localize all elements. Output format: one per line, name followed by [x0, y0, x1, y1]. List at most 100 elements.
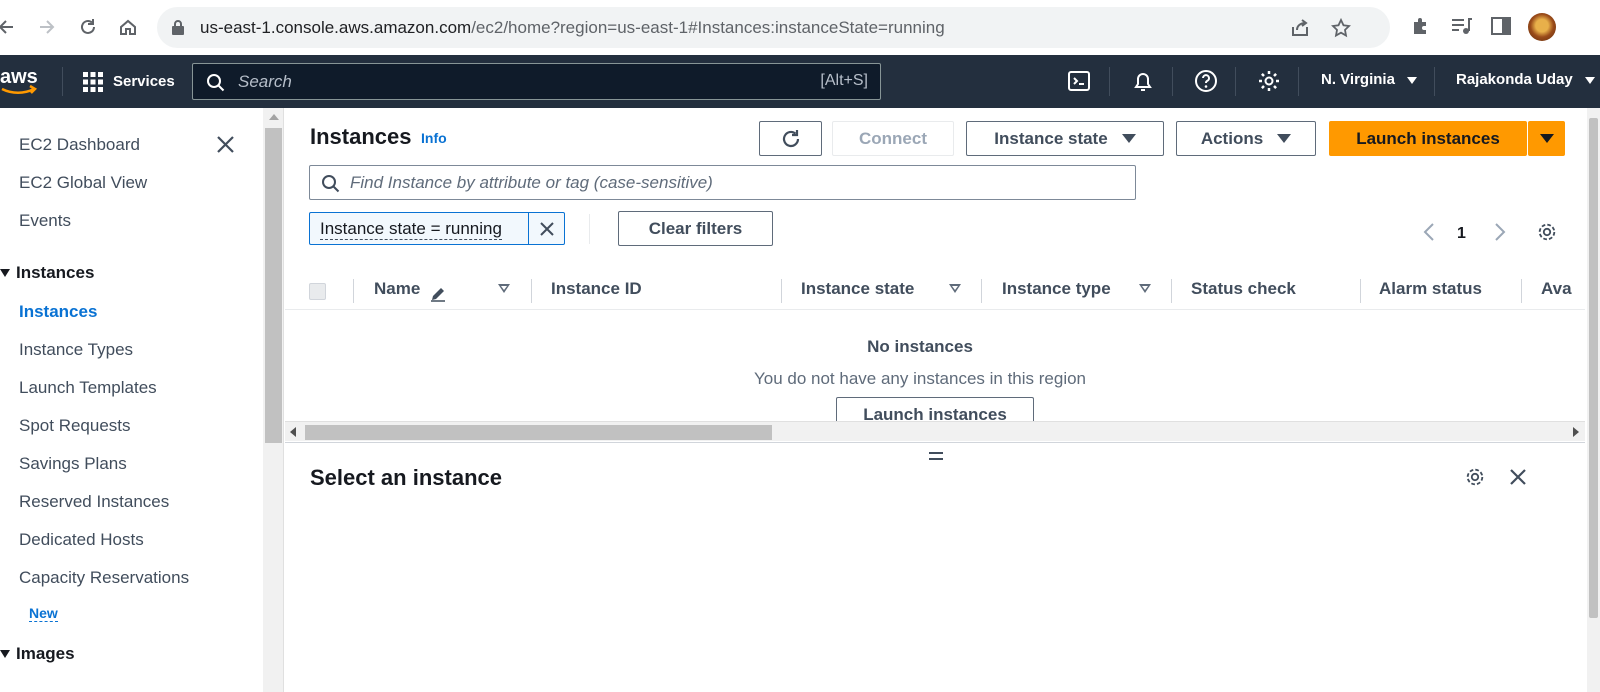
- aws-logo-text: aws: [0, 66, 38, 88]
- new-badge: New: [29, 605, 58, 622]
- instance-filter-input[interactable]: Find Instance by attribute or tag (case-…: [309, 165, 1136, 200]
- region-selector[interactable]: N. Virginia: [1321, 71, 1418, 88]
- sort-icon[interactable]: [949, 284, 961, 293]
- previous-page-icon[interactable]: [1422, 222, 1436, 242]
- nav-divider: [1109, 67, 1110, 96]
- page-title: Instances: [310, 124, 412, 149]
- sidebar-item-ec2-dashboard[interactable]: EC2 Dashboard: [19, 135, 140, 155]
- scrollbar-thumb[interactable]: [305, 425, 772, 440]
- next-page-icon[interactable]: [1493, 222, 1507, 242]
- scrollbar-thumb[interactable]: [1589, 118, 1598, 618]
- sidebar-item-events[interactable]: Events: [19, 211, 71, 231]
- services-menu[interactable]: Services: [82, 68, 175, 95]
- nav-divider: [1235, 67, 1236, 96]
- caret-down-icon: [1584, 76, 1595, 84]
- split-panel-divider: [285, 442, 1585, 443]
- select-all-checkbox[interactable]: [309, 283, 326, 300]
- url-text: us-east-1.console.aws.amazon.com/ec2/hom…: [200, 18, 945, 37]
- filter-token[interactable]: Instance state = running: [309, 212, 565, 245]
- sidebar-item-launch-templates[interactable]: Launch Templates: [19, 378, 157, 398]
- refresh-button[interactable]: [759, 121, 822, 156]
- column-header-instance-id[interactable]: Instance ID: [551, 279, 642, 299]
- nav-divider: [1298, 67, 1299, 96]
- back-arrow-icon[interactable]: [0, 14, 20, 40]
- forward-arrow-icon[interactable]: [33, 14, 59, 40]
- cloudshell-icon[interactable]: [1067, 69, 1091, 93]
- sidebar-item-instances[interactable]: Instances: [19, 302, 97, 322]
- column-divider: [1521, 279, 1522, 303]
- column-header-name[interactable]: Name: [374, 279, 420, 299]
- edit-pencil-icon: [429, 285, 447, 303]
- close-icon[interactable]: [216, 135, 235, 154]
- grid-icon: [82, 71, 104, 93]
- bookmark-star-icon[interactable]: [1331, 18, 1351, 38]
- table-horizontal-scrollbar[interactable]: [285, 421, 1585, 441]
- column-header-instance-state[interactable]: Instance state: [801, 279, 914, 299]
- address-bar[interactable]: us-east-1.console.aws.amazon.com/ec2/hom…: [157, 7, 1390, 48]
- launch-options-dropdown[interactable]: [1528, 121, 1565, 156]
- instances-panel: Instances Info Connect Instance state Ac…: [285, 108, 1585, 692]
- remove-filter-button[interactable]: [528, 213, 565, 244]
- section-label: Instances: [16, 263, 95, 282]
- clear-filters-button[interactable]: Clear filters: [618, 211, 773, 246]
- resize-handle-icon[interactable]: [929, 452, 943, 460]
- caret-down-icon: [0, 650, 10, 658]
- column-header-status-check[interactable]: Status check: [1191, 279, 1296, 299]
- actions-dropdown[interactable]: Actions: [1176, 121, 1316, 156]
- instance-state-dropdown[interactable]: Instance state: [966, 121, 1164, 156]
- account-menu[interactable]: Rajakonda Uday: [1456, 71, 1595, 88]
- search-icon: [206, 73, 225, 92]
- dropdown-label: Instance state: [994, 128, 1108, 148]
- empty-state-title: No instances: [867, 337, 973, 356]
- home-icon[interactable]: [115, 14, 141, 40]
- media-queue-icon[interactable]: [1450, 15, 1472, 37]
- sidebar-scrollbar[interactable]: [263, 108, 284, 692]
- page-vertical-scrollbar[interactable]: [1587, 108, 1600, 692]
- sidebar-item-reserved-instances[interactable]: Reserved Instances: [19, 492, 169, 512]
- sidebar-item-dedicated-hosts[interactable]: Dedicated Hosts: [19, 530, 144, 550]
- column-header-instance-type[interactable]: Instance type: [1002, 279, 1111, 299]
- scroll-right-arrow-icon[interactable]: [1573, 427, 1579, 437]
- split-panel-settings-gear-icon[interactable]: [1464, 466, 1486, 488]
- column-header-alarm-status[interactable]: Alarm status: [1379, 279, 1482, 299]
- page-number[interactable]: 1: [1457, 225, 1466, 243]
- column-divider: [1171, 279, 1172, 303]
- side-panel-icon[interactable]: [1490, 15, 1512, 37]
- search-shortcut: [Alt+S]: [820, 72, 868, 89]
- sort-icon[interactable]: [1139, 284, 1151, 293]
- sidebar-item-savings-plans[interactable]: Savings Plans: [19, 454, 127, 474]
- scrollbar-thumb[interactable]: [265, 128, 282, 443]
- connect-button[interactable]: Connect: [832, 121, 954, 156]
- column-header-availability-zone[interactable]: Ava: [1541, 279, 1572, 299]
- profile-avatar[interactable]: [1528, 13, 1556, 41]
- sidebar-item-ec2-global-view[interactable]: EC2 Global View: [19, 173, 147, 193]
- sidebar-section-instances[interactable]: Instances: [0, 263, 94, 283]
- info-link[interactable]: Info: [421, 130, 447, 146]
- launch-instances-button[interactable]: Launch instances: [1329, 121, 1527, 156]
- notifications-bell-icon[interactable]: [1131, 69, 1155, 93]
- share-icon[interactable]: [1290, 18, 1310, 38]
- search-icon: [321, 174, 340, 193]
- help-icon[interactable]: [1194, 69, 1218, 93]
- global-search-input[interactable]: Search [Alt+S]: [192, 63, 881, 100]
- close-icon[interactable]: [1509, 468, 1527, 486]
- sidebar-item-instance-types[interactable]: Instance Types: [19, 340, 133, 360]
- nav-divider: [1172, 67, 1173, 96]
- caret-down-icon: [0, 269, 10, 277]
- reload-icon[interactable]: [75, 14, 101, 40]
- sidebar-section-images[interactable]: Images: [0, 644, 75, 664]
- settings-gear-icon[interactable]: [1257, 69, 1281, 93]
- caret-down-icon: [1407, 76, 1418, 84]
- sidebar-item-capacity-reservations[interactable]: Capacity Reservations: [19, 568, 189, 588]
- aws-logo[interactable]: aws: [0, 65, 44, 97]
- table-preferences-gear-icon[interactable]: [1536, 221, 1558, 243]
- sidebar-item-spot-requests[interactable]: Spot Requests: [19, 416, 131, 436]
- column-divider: [981, 279, 982, 303]
- caret-down-icon: [1539, 134, 1554, 143]
- split-panel-title: Select an instance: [310, 465, 502, 490]
- extensions-puzzle-icon[interactable]: [1410, 15, 1432, 37]
- filter-token-label: Instance state = running: [320, 219, 502, 240]
- scroll-up-arrow-icon[interactable]: [269, 114, 279, 120]
- sort-icon[interactable]: [498, 284, 510, 293]
- scroll-left-arrow-icon[interactable]: [290, 427, 296, 437]
